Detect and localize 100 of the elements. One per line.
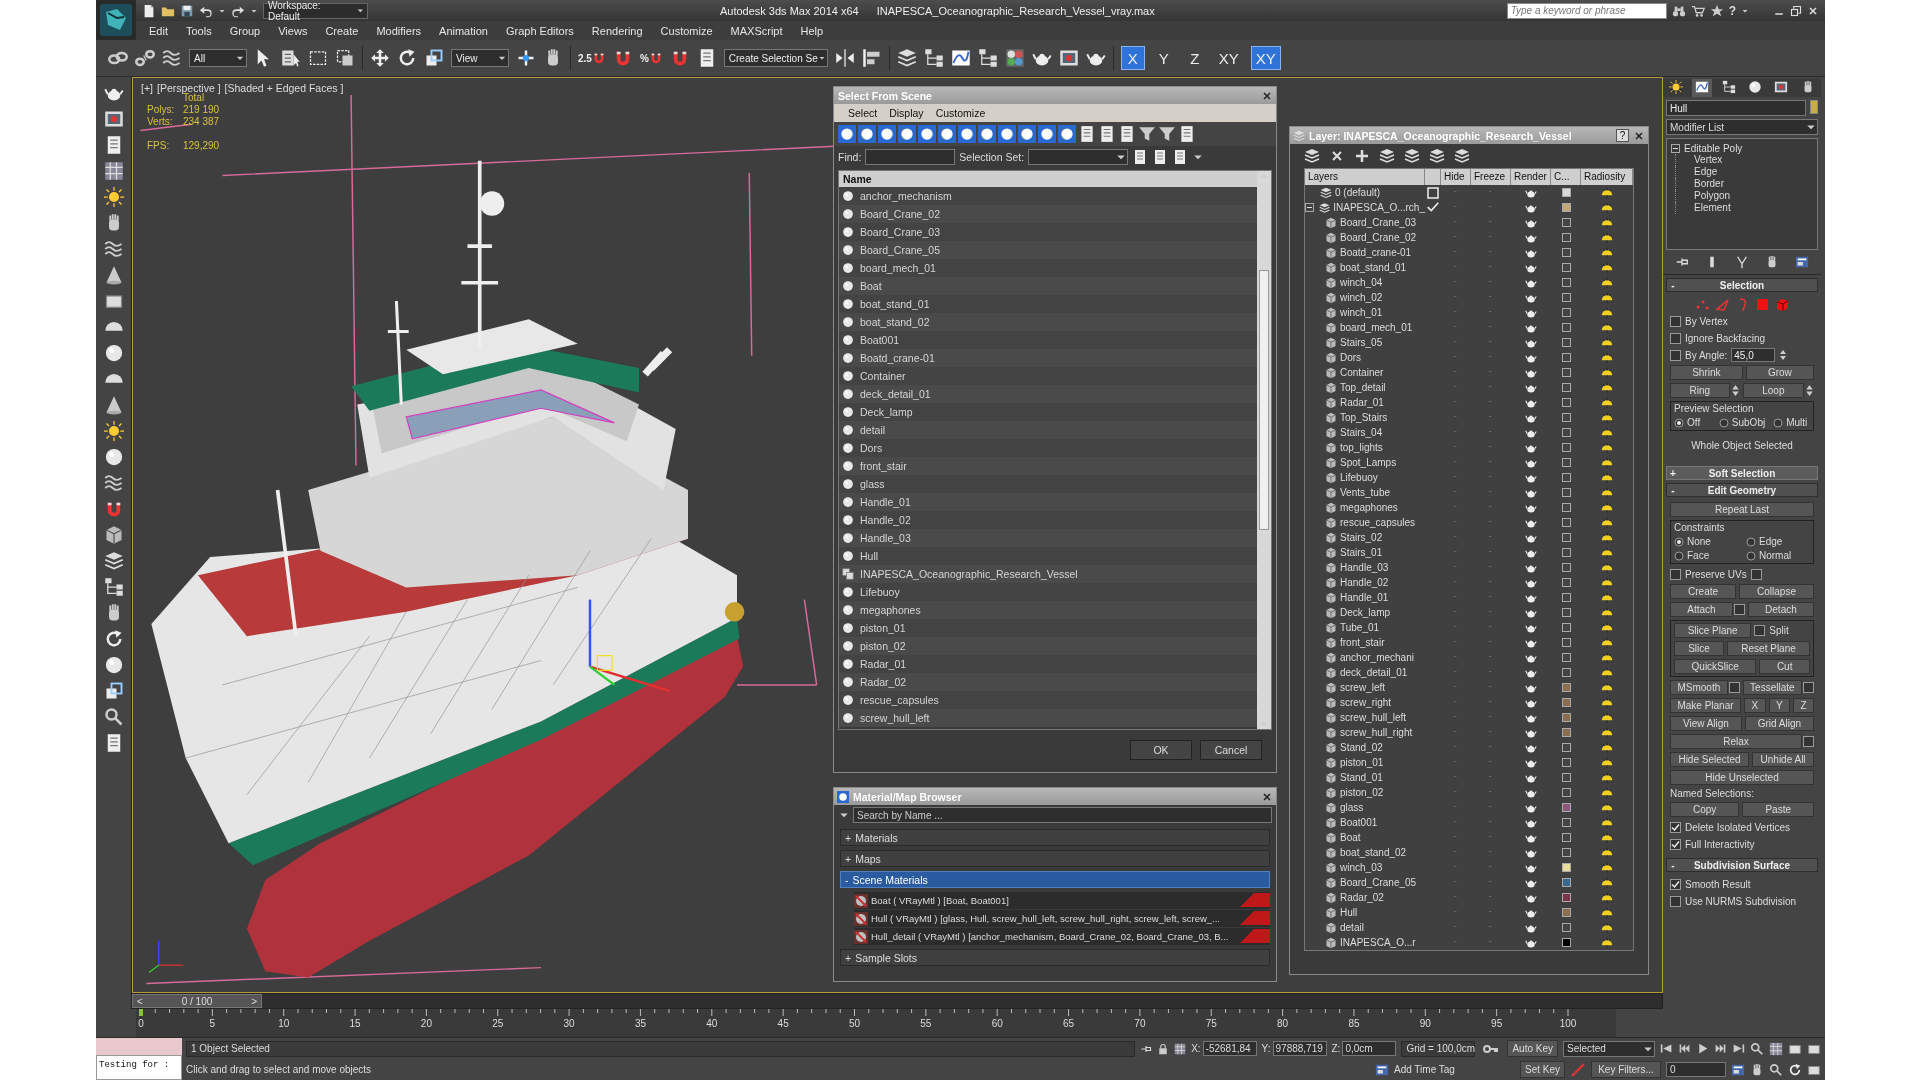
object-name[interactable]: Top_detail bbox=[1340, 382, 1386, 393]
object-list-item[interactable]: Handle_01 bbox=[839, 493, 1257, 511]
object-name[interactable]: Stairs_01 bbox=[1340, 547, 1383, 558]
column-header[interactable]: C... bbox=[1551, 169, 1581, 185]
command-button[interactable]: Tessellate bbox=[1742, 680, 1802, 695]
object-list-item[interactable]: Handle_03 bbox=[839, 529, 1257, 547]
object-name[interactable]: deck_detail_01 bbox=[1340, 667, 1408, 678]
object-list-item[interactable]: Dors bbox=[839, 439, 1257, 457]
object-name[interactable]: INAPESCA_O...r bbox=[1340, 937, 1416, 948]
object-list-item[interactable]: boat_stand_01 bbox=[839, 295, 1257, 313]
menu-item[interactable]: Graph Editors bbox=[496, 24, 583, 37]
command-button[interactable]: Unhide All bbox=[1752, 752, 1814, 767]
axis-constraint-button[interactable]: X bbox=[1120, 46, 1145, 70]
object-name[interactable]: Dors bbox=[1340, 352, 1362, 363]
object-name[interactable]: Deck_lamp bbox=[1340, 607, 1391, 618]
object-list-item[interactable]: piston_02 bbox=[839, 637, 1257, 655]
menu-item[interactable]: Modifiers bbox=[367, 24, 431, 37]
object-name[interactable]: Board_Crane_03 bbox=[1340, 217, 1417, 228]
axis-constraint-button[interactable]: Z bbox=[1182, 46, 1207, 70]
frame-position-box[interactable]: < 0 / 100 > bbox=[132, 994, 262, 1008]
modifier-stack-item[interactable]: Edge bbox=[1675, 166, 1813, 178]
object-name[interactable]: screw_hull_right bbox=[1340, 727, 1413, 738]
object-list-item[interactable]: piston_01 bbox=[839, 619, 1257, 637]
object-name[interactable]: winch_03 bbox=[1340, 862, 1383, 873]
menu-item[interactable]: Animation bbox=[430, 24, 497, 37]
command-button[interactable]: MSmooth bbox=[1670, 680, 1728, 695]
object-list-item[interactable]: Hull bbox=[839, 547, 1257, 565]
column-header[interactable]: Name bbox=[839, 171, 1257, 187]
current-frame-field[interactable]: 0 bbox=[1666, 1062, 1726, 1077]
object-name[interactable]: Stand_01 bbox=[1340, 772, 1383, 783]
command-button[interactable]: Grid Align bbox=[1744, 716, 1814, 731]
command-button[interactable]: Repeat Last bbox=[1670, 502, 1814, 517]
object-list-item[interactable]: front_stair bbox=[839, 457, 1257, 475]
coordinate-field[interactable]: 97888,719 bbox=[1272, 1041, 1327, 1056]
column-header[interactable]: Hide bbox=[1441, 169, 1471, 185]
object-name[interactable]: piston_02 bbox=[1340, 787, 1384, 798]
layer-name[interactable]: INAPESCA_O...rch_ bbox=[1333, 202, 1425, 213]
menu-item[interactable]: Help bbox=[791, 24, 833, 37]
object-list-item[interactable]: Radar_01 bbox=[839, 655, 1257, 673]
command-button[interactable]: QuickSlice bbox=[1674, 659, 1757, 674]
command-button[interactable]: Hide Selected bbox=[1670, 752, 1750, 767]
object-list-item[interactable]: screw_hull_left bbox=[839, 709, 1257, 727]
object-name[interactable]: Boat bbox=[1340, 832, 1361, 843]
command-button[interactable]: Y bbox=[1768, 698, 1791, 713]
object-list-item[interactable]: anchor_mechanism bbox=[839, 187, 1257, 205]
menu-item[interactable]: Rendering bbox=[582, 24, 652, 37]
command-button[interactable]: Relax bbox=[1670, 734, 1802, 749]
material-entry[interactable]: Hull ( VRayMtl ) [glass, Hull, screw_hull_left, screw_hull_right, screw_left, screw_... bbox=[854, 910, 1270, 927]
object-list-item[interactable]: rescue_capsules bbox=[839, 691, 1257, 709]
object-name[interactable]: winch_02 bbox=[1340, 292, 1383, 303]
category-header[interactable]: + Materials bbox=[840, 829, 1270, 846]
object-name[interactable]: Lifebuoy bbox=[1340, 472, 1378, 483]
command-button[interactable]: Detach bbox=[1747, 602, 1814, 617]
object-list-item[interactable]: megaphones bbox=[839, 601, 1257, 619]
menu-item[interactable]: Group bbox=[220, 24, 270, 37]
object-name[interactable]: Hull bbox=[1340, 907, 1358, 918]
object-name[interactable]: rescue_capsules bbox=[1340, 517, 1416, 528]
command-button[interactable]: X bbox=[1744, 698, 1766, 713]
object-list-item[interactable]: Container bbox=[839, 367, 1257, 385]
axis-constraint-button[interactable]: XY bbox=[1213, 46, 1244, 70]
object-name[interactable]: Handle_02 bbox=[1340, 577, 1389, 588]
menu-item[interactable]: MAXScript bbox=[721, 24, 792, 37]
column-header[interactable]: Layers bbox=[1305, 169, 1425, 185]
command-button[interactable]: Paste bbox=[1742, 802, 1814, 817]
search-field[interactable]: Search by Name ... bbox=[853, 807, 1272, 823]
object-list-item[interactable]: Lifebuoy bbox=[839, 583, 1257, 601]
command-button[interactable]: Collapse bbox=[1739, 584, 1814, 599]
object-name[interactable]: Handle_03 bbox=[1340, 562, 1389, 573]
viewport-menu-label[interactable]: [Shaded + Edged Faces ] bbox=[224, 82, 344, 94]
rollout-header[interactable]: - Selection bbox=[1666, 278, 1818, 292]
coordinate-field[interactable]: -52681,84 bbox=[1202, 1041, 1257, 1056]
coordinate-field[interactable]: 0,0cm bbox=[1342, 1041, 1397, 1056]
object-name[interactable]: megaphones bbox=[1340, 502, 1398, 513]
object-name[interactable]: glass bbox=[1340, 802, 1364, 813]
command-button[interactable]: Grow bbox=[1745, 365, 1814, 380]
command-button[interactable]: Z bbox=[1793, 698, 1815, 713]
object-name[interactable]: Radar_01 bbox=[1340, 397, 1384, 408]
object-list-item[interactable]: board_mech_01 bbox=[839, 259, 1257, 277]
workspace-dropdown[interactable]: Workspace: Default bbox=[263, 2, 368, 19]
object-name[interactable]: boat_stand_01 bbox=[1340, 262, 1407, 273]
help-button[interactable]: ? bbox=[1728, 3, 1736, 18]
menu-item[interactable]: Select bbox=[842, 107, 884, 119]
column-header[interactable]: Freeze bbox=[1471, 169, 1511, 185]
object-name[interactable]: boat_stand_02 bbox=[1340, 847, 1407, 858]
object-name[interactable]: winch_04 bbox=[1340, 277, 1383, 288]
command-button[interactable]: Copy bbox=[1670, 802, 1740, 817]
object-name[interactable]: screw_left bbox=[1340, 682, 1385, 693]
object-list-item[interactable]: Radar_02 bbox=[839, 673, 1257, 691]
command-button[interactable]: View Align bbox=[1670, 716, 1742, 731]
object-name[interactable]: Tube_01 bbox=[1340, 622, 1380, 633]
menu-item[interactable]: Tools bbox=[176, 24, 221, 37]
command-button[interactable]: Slice Plane bbox=[1674, 623, 1752, 638]
object-list-item[interactable]: boat_stand_02 bbox=[839, 313, 1257, 331]
object-name-field[interactable]: Hull bbox=[1666, 100, 1806, 116]
angle-field[interactable]: 45,0 bbox=[1731, 348, 1776, 362]
named-selection-dropdown[interactable]: Create Selection Se bbox=[723, 49, 828, 67]
category-header[interactable]: + Maps bbox=[840, 850, 1270, 867]
object-name[interactable]: Container bbox=[1340, 367, 1384, 378]
category-header[interactable]: - Scene Materials bbox=[840, 871, 1270, 888]
key-mode-dropdown[interactable]: Selected bbox=[1563, 1040, 1655, 1057]
